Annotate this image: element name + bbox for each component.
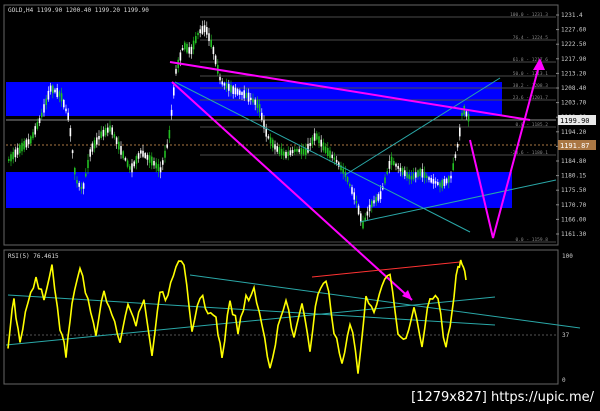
fibonacci-levels[interactable]: 100.0 - 1231.3 76.4 - 1224.5 61.8 - 1217.6… — [200, 12, 556, 243]
price-axis-label: 1180.15 — [561, 173, 587, 180]
price-axis-label: 1161.30 — [561, 231, 587, 238]
price-axis-label: 1231.4 — [561, 12, 583, 19]
rsi-resistance-line[interactable] — [311, 261, 461, 278]
price-axis-label: 1227.60 — [561, 27, 587, 34]
fib-label: 0.0 - 1185.2 — [515, 122, 548, 128]
watermark: [1279x827] https://upic.me/ — [405, 389, 600, 407]
chart-title: GOLD,H4 1199.90 1200.40 1199.20 1199.90 — [8, 7, 149, 14]
trading-chart-window[interactable]: 100.0 - 1231.3 76.4 - 1224.5 61.8 - 1217.6… — [0, 0, 600, 407]
fib-label: 38.2 - 1208.3 — [513, 83, 549, 89]
cross-price-tag: 1191.87 — [560, 142, 590, 150]
price-axis-label: 1194.20 — [561, 129, 587, 136]
fib-label: 50.0 - 1213.1 — [513, 71, 549, 77]
price-axis-label: 1213.20 — [561, 70, 587, 77]
rsi-axis-label: 0 — [562, 377, 566, 384]
support-zone[interactable] — [6, 172, 512, 208]
price-axis-label: 1170.70 — [561, 202, 587, 209]
price-axis-label: 1208.40 — [561, 85, 587, 92]
rsi-label: RSI(5) 76.4615 — [8, 253, 59, 260]
rsi-axis-label: 100 — [562, 253, 573, 260]
current-price-tag: 1199.90 — [560, 117, 590, 125]
price-chart[interactable]: 100.0 - 1231.3 76.4 - 1224.5 61.8 - 1217.6… — [0, 0, 600, 407]
fib-label: 0.0 - 1159.8 — [515, 237, 548, 243]
price-axis-label: 1175.50 — [561, 187, 587, 194]
rsi-channel-1[interactable] — [5, 296, 496, 346]
price-axis-label: 1166.00 — [561, 216, 587, 223]
price-axis-label: 1222.50 — [561, 41, 587, 48]
rsi-line — [7, 259, 467, 374]
fib-label: 76.4 - 1224.5 — [513, 35, 549, 41]
rsi-axis: 100 37 0 — [562, 253, 573, 384]
rsi-axis-label: 37 — [562, 332, 570, 339]
price-axis-label: 1184.80 — [561, 158, 587, 165]
main-pane-border — [3, 4, 559, 246]
fib-label: 61.8 - 1217.6 — [513, 57, 549, 63]
price-axis-label: 1217.90 — [561, 56, 587, 63]
price-axis-label: 1203.70 — [561, 100, 587, 107]
fib-label: 100.0 - 1231.3 — [510, 12, 548, 18]
resistance-zone[interactable] — [6, 82, 502, 116]
